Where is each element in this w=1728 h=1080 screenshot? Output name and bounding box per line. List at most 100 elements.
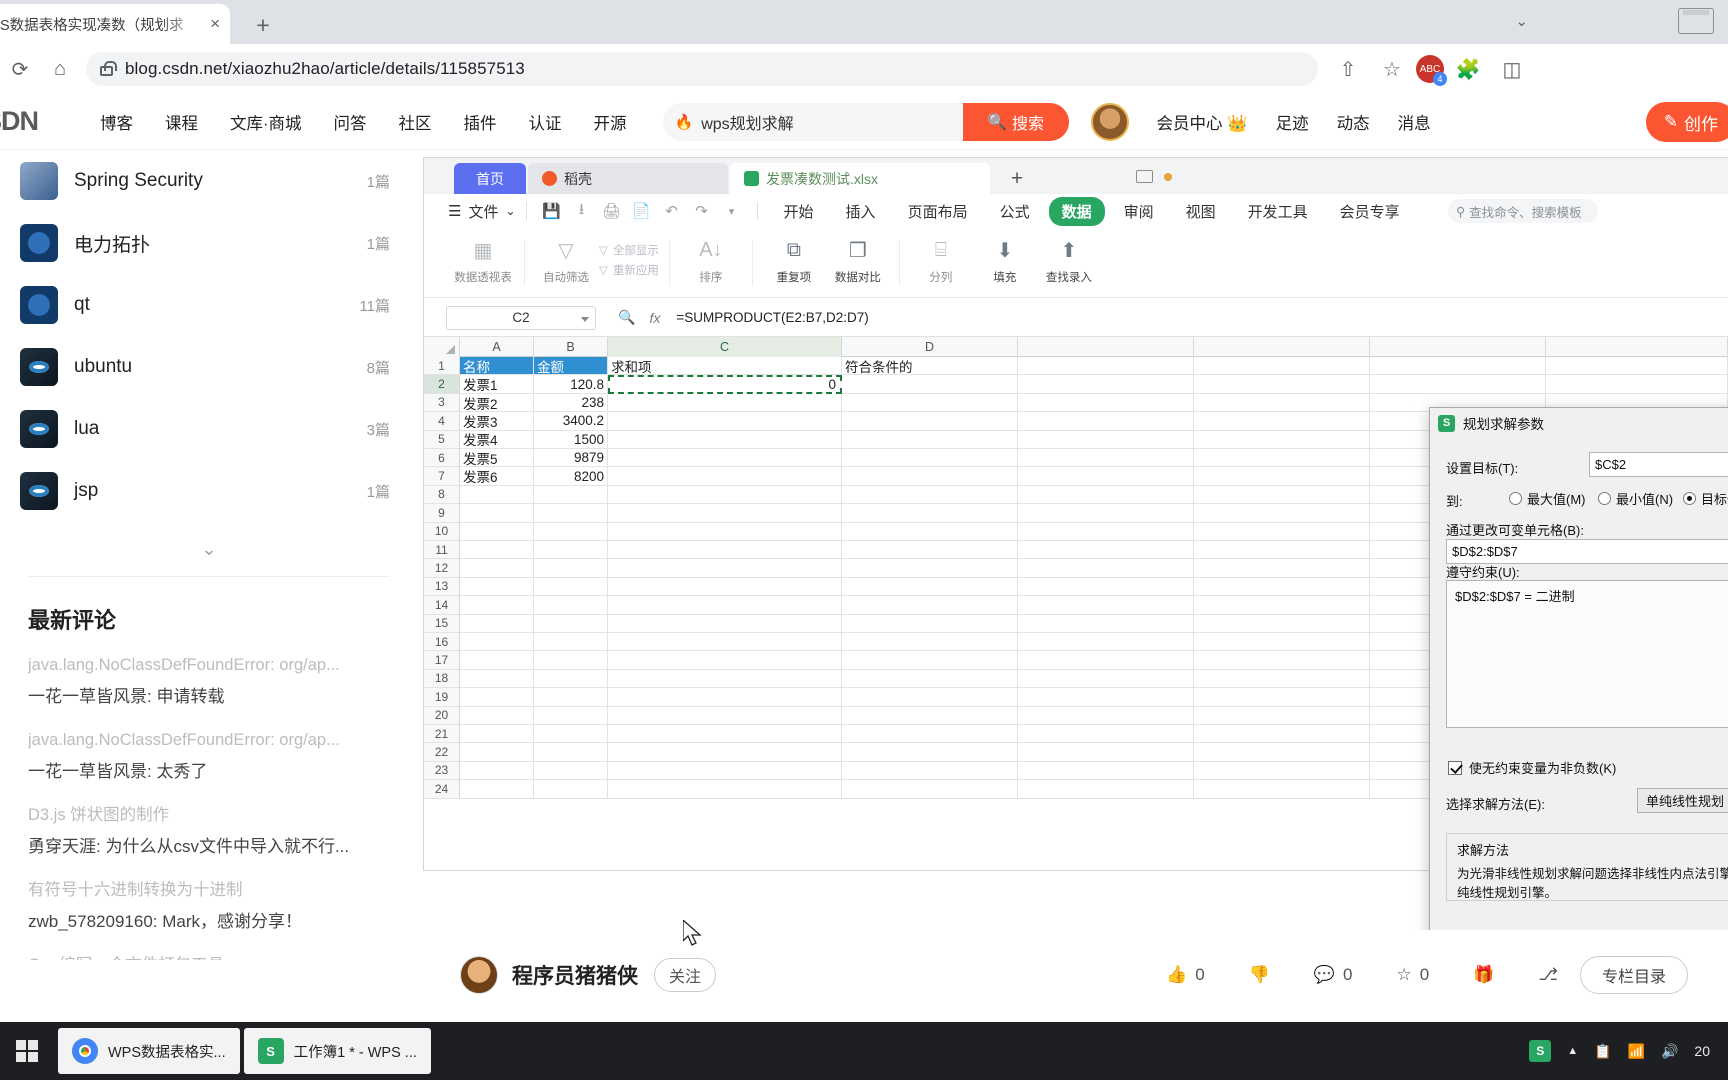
grid-cell[interactable] (608, 596, 842, 615)
like-button[interactable]: 👍 0 (1166, 965, 1205, 985)
csdn-nav-opensource[interactable]: 开源 (594, 110, 627, 134)
row-header[interactable]: 5 (424, 430, 460, 449)
grid-cell[interactable]: 发票1 (460, 375, 534, 394)
row-header[interactable]: 8 (424, 485, 460, 505)
grid-cell[interactable] (1194, 614, 1370, 633)
grid-cell[interactable] (1194, 430, 1370, 449)
grid-cell[interactable] (1194, 412, 1370, 431)
formula-input[interactable]: =SUMPRODUCT(E2:B7,D2:D7) (676, 310, 868, 325)
column-header-f[interactable] (1194, 337, 1370, 357)
row-header[interactable]: 17 (424, 651, 460, 670)
search-button[interactable]: 🔍 搜索 (962, 102, 1069, 141)
grid-cell[interactable] (842, 541, 1018, 560)
grid-cell[interactable] (1018, 706, 1194, 725)
constraint-item[interactable]: $D$2:$D$7 = 二进制 (1447, 581, 1728, 610)
grid-cell[interactable] (1018, 485, 1194, 505)
grid-cell[interactable] (1194, 633, 1370, 652)
active-cell-selection[interactable]: 0 (608, 375, 842, 394)
grid-cell[interactable]: 9879 (534, 449, 608, 468)
pivot-table-button[interactable]: ▦ 数据透视表 (452, 237, 514, 289)
comment-item[interactable]: C++编写一个文件打包工具 m0_48268780: 代码无法运行，头文件都已经… (28, 953, 390, 960)
sidebar-item-jsp[interactable]: jsp 1篇 (0, 460, 418, 522)
grid-cell[interactable] (534, 633, 608, 652)
csdn-nav-cert[interactable]: 认证 (529, 110, 562, 134)
grid-cell[interactable] (842, 375, 1018, 394)
grid-cell[interactable] (460, 651, 534, 670)
volume-icon[interactable]: 🔊 (1661, 1043, 1678, 1060)
grid-cell[interactable]: 3400.2 (534, 412, 608, 431)
grid-cell[interactable] (1018, 559, 1194, 578)
csdn-logo[interactable]: SDN (0, 106, 84, 137)
grid-cell[interactable] (1018, 522, 1194, 541)
follow-button[interactable]: 关注 (654, 958, 716, 992)
grid-cell[interactable] (842, 430, 1018, 449)
tab-insert[interactable]: 插入 (833, 197, 889, 226)
grid-cell[interactable] (1018, 577, 1194, 597)
sidebar-item-ubuntu[interactable]: ubuntu 8篇 (0, 336, 418, 398)
grid-cell[interactable] (842, 706, 1018, 725)
row-header[interactable]: 21 (424, 725, 460, 744)
solver-parameters-dialog[interactable]: S 规划求解参数 ✕ 设置目标(T): $C$2 ⤡ 到: 最大值(M) 最小值… (1429, 407, 1728, 964)
csdn-nav-qa[interactable]: 问答 (334, 110, 367, 134)
grid-cell[interactable] (534, 596, 608, 615)
target-cell-input[interactable]: $C$2 (1589, 452, 1728, 477)
redo-icon[interactable]: ↷ (689, 198, 715, 224)
save-as-icon[interactable]: ⭳ (569, 198, 595, 224)
name-box[interactable]: C2 (446, 305, 596, 330)
grid-cell[interactable]: 发票4 (460, 430, 534, 449)
csdn-nav-plugin[interactable]: 插件 (464, 110, 497, 134)
grid-cell[interactable] (1194, 725, 1370, 744)
grid-cell[interactable] (1546, 357, 1728, 376)
grid-cell[interactable] (1194, 559, 1370, 578)
grid-cell[interactable] (1194, 522, 1370, 541)
grid-cell[interactable] (608, 651, 842, 670)
grid-cell[interactable] (1194, 357, 1370, 376)
avatar[interactable]: ABC 4 (1416, 55, 1447, 86)
grid-cell[interactable] (460, 559, 534, 578)
sort-button[interactable]: A↓ 排序 (680, 237, 742, 289)
sidebar-item-lua[interactable]: lua 3篇 (0, 398, 418, 460)
close-icon[interactable]: × (210, 14, 220, 34)
print-preview-icon[interactable]: 📄 (629, 198, 655, 224)
grid-cell[interactable] (1546, 375, 1728, 394)
ribbon-search-input[interactable]: ⚲ 查找命令、搜索模板 (1448, 199, 1598, 223)
grid-cell[interactable] (1194, 467, 1370, 486)
grid-cell[interactable] (1194, 449, 1370, 468)
column-header-b[interactable]: B (534, 337, 608, 357)
grid-cell[interactable] (534, 669, 608, 689)
grid-cell[interactable] (608, 449, 842, 468)
grid-cell[interactable]: 发票2 (460, 393, 534, 413)
csdn-nav-library[interactable]: 文库·商城 (230, 110, 302, 134)
grid-cell[interactable] (842, 393, 1018, 413)
grid-cell[interactable] (1194, 761, 1370, 781)
grid-cell[interactable] (1018, 541, 1194, 560)
grid-cell[interactable] (1018, 504, 1194, 523)
lookup-entry-button[interactable]: ⬆ 查找录入 (1038, 237, 1100, 289)
grid-cell[interactable] (460, 761, 534, 781)
share-icon[interactable]: ⇧ (1328, 49, 1368, 89)
author-avatar[interactable] (460, 956, 498, 994)
row-header[interactable]: 1 (424, 357, 460, 376)
comment-item[interactable]: D3.js 饼状图的制作 勇穿天涯: 为什么从csv文件中导入就不行... (28, 803, 390, 860)
row-header[interactable]: 4 (424, 412, 460, 431)
footprint-link[interactable]: 足迹 (1276, 110, 1309, 134)
grid-cell[interactable] (842, 688, 1018, 707)
row-header[interactable]: 3 (424, 393, 460, 413)
column-header-h[interactable] (1546, 337, 1728, 357)
grid-cell[interactable] (608, 761, 842, 781)
extensions-icon[interactable]: 🧩 (1448, 49, 1488, 89)
comment-button[interactable]: 💬 0 (1314, 965, 1353, 985)
member-center-link[interactable]: 会员中心 👑 (1157, 110, 1248, 134)
grid-cell[interactable] (608, 725, 842, 744)
share-button[interactable]: ⎇ (1538, 965, 1558, 985)
grid-cell[interactable] (1018, 393, 1194, 413)
grid-cell[interactable] (842, 577, 1018, 597)
start-button[interactable] (0, 1022, 54, 1080)
grid-cell[interactable] (1018, 614, 1194, 633)
grid-cell[interactable] (1018, 633, 1194, 652)
grid-cell[interactable] (460, 614, 534, 633)
grid-cell[interactable] (1018, 449, 1194, 468)
grid-cell[interactable] (842, 449, 1018, 468)
comment-item[interactable]: java.lang.NoClassDefFoundError: org/ap..… (28, 728, 390, 785)
grid-cell[interactable] (608, 522, 842, 541)
